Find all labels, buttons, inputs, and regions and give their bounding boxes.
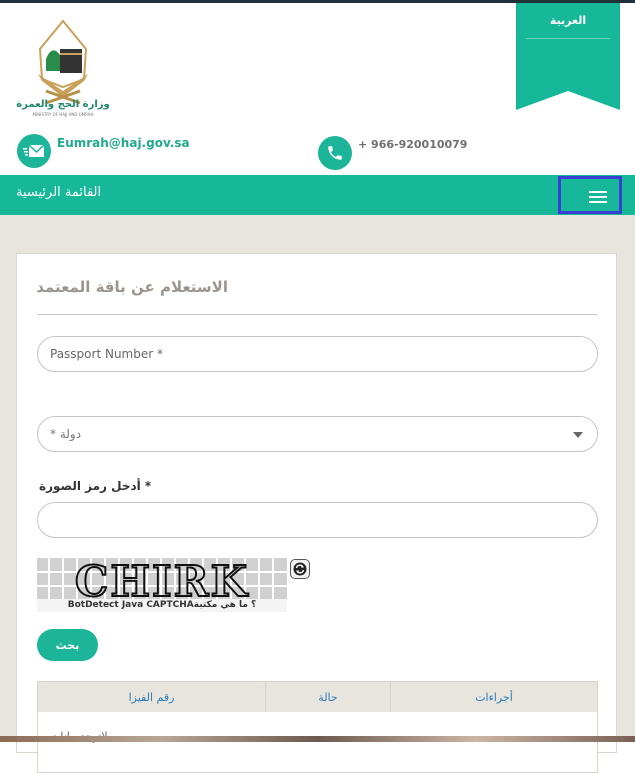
inquiry-card: الاستعلام عن باقة المعتمد * دولة * أدخل … xyxy=(16,253,617,773)
nav-title[interactable]: القائمة الرئيسية xyxy=(16,185,101,200)
chevron-down-icon xyxy=(573,432,583,438)
footer-image-strip xyxy=(0,736,635,742)
language-label[interactable]: العربية xyxy=(516,14,620,27)
captcha-field[interactable] xyxy=(37,502,598,538)
search-button[interactable]: بحث xyxy=(37,629,98,661)
menu-toggle-button[interactable] xyxy=(558,176,622,214)
page-title: الاستعلام عن باقة المعتمد xyxy=(36,278,228,296)
email-contact[interactable]: Eumrah@haj.gov.sa xyxy=(17,134,190,168)
language-switcher[interactable]: العربية xyxy=(516,3,620,113)
phone-contact[interactable]: + 966-920010079 xyxy=(318,136,467,170)
table-header: رقم الفيزا حالة أجراءات xyxy=(38,682,597,712)
country-placeholder: * دولة xyxy=(50,427,82,441)
phone-number[interactable]: + 966-920010079 xyxy=(358,138,467,151)
logo-arabic-text: وزارة الحج والعمرة xyxy=(16,99,110,110)
captcha-label: * أدخل رمز الصورة xyxy=(39,479,152,493)
country-select[interactable]: * دولة xyxy=(37,416,598,452)
main-content: الاستعلام عن باقة المعتمد * دولة * أدخل … xyxy=(0,215,635,773)
passport-number-field[interactable] xyxy=(37,336,598,372)
language-divider xyxy=(526,38,610,39)
table-body: لاتوجد بيانات xyxy=(38,712,597,772)
title-divider xyxy=(37,314,598,315)
captcha-reload-button[interactable] xyxy=(290,559,310,579)
column-header-actions: أجراءات xyxy=(390,682,597,712)
captcha-caption-link[interactable]: BotDetect Java CAPTCHA؟ ما هي مكتبة xyxy=(37,599,287,612)
logo-english-text: MINISTRY OF HAJJ AND UMRAH xyxy=(33,112,94,117)
passport-number-input[interactable] xyxy=(38,337,597,371)
refresh-icon xyxy=(293,562,307,576)
email-link[interactable]: Eumrah@haj.gov.sa xyxy=(57,136,190,150)
envelope-icon xyxy=(17,134,51,168)
phone-icon xyxy=(318,136,352,170)
main-navbar: القائمة الرئيسية xyxy=(0,175,635,215)
column-header-visa-number: رقم الفيزا xyxy=(128,690,175,704)
hamburger-menu-icon xyxy=(589,191,607,206)
captcha-input[interactable] xyxy=(38,503,597,537)
column-header-status: حالة xyxy=(265,682,390,712)
results-table: رقم الفيزا حالة أجراءات لاتوجد بيانات xyxy=(37,681,598,773)
site-header: وزارة الحج والعمرة MINISTRY OF HAJJ AND … xyxy=(0,3,635,175)
ministry-logo[interactable]: وزارة الحج والعمرة MINISTRY OF HAJJ AND … xyxy=(16,19,111,119)
